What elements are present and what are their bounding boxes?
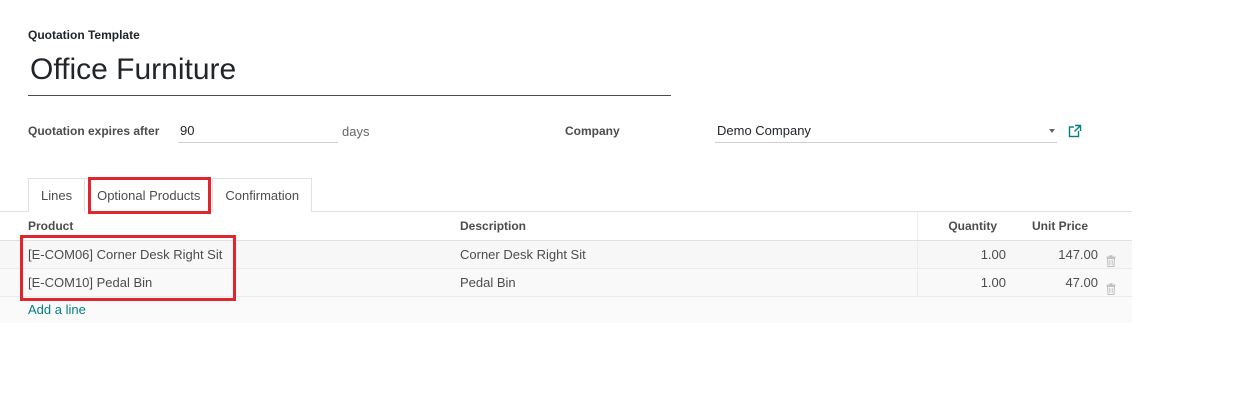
template-label: Quotation Template bbox=[28, 28, 140, 42]
highlight-box-tab bbox=[88, 177, 211, 214]
cell-unit-price[interactable]: 47.00 bbox=[1065, 269, 1098, 297]
header-description[interactable]: Description bbox=[460, 212, 526, 240]
tab-confirmation[interactable]: Confirmation bbox=[212, 178, 313, 212]
company-label: Company bbox=[565, 124, 620, 138]
column-separator bbox=[917, 212, 918, 240]
company-value: Demo Company bbox=[717, 123, 811, 138]
cell-description[interactable]: Pedal Bin bbox=[460, 269, 516, 297]
trash-icon[interactable] bbox=[1106, 249, 1116, 267]
column-separator bbox=[917, 269, 918, 297]
cell-quantity[interactable]: 1.00 bbox=[981, 269, 1006, 297]
cell-quantity[interactable]: 1.00 bbox=[981, 241, 1006, 269]
caret-down-icon bbox=[1049, 129, 1055, 133]
external-link-icon[interactable] bbox=[1068, 124, 1082, 138]
trash-icon[interactable] bbox=[1106, 277, 1116, 295]
cell-unit-price[interactable]: 147.00 bbox=[1058, 241, 1098, 269]
expires-label: Quotation expires after bbox=[28, 124, 160, 138]
column-separator bbox=[917, 241, 918, 269]
header-quantity[interactable]: Quantity bbox=[948, 212, 997, 240]
highlight-box-products bbox=[20, 235, 236, 301]
cell-description[interactable]: Corner Desk Right Sit bbox=[460, 241, 586, 269]
tab-lines[interactable]: Lines bbox=[28, 178, 86, 212]
template-name-field[interactable]: Office Furniture bbox=[28, 50, 671, 96]
header-unit-price[interactable]: Unit Price bbox=[1032, 212, 1088, 240]
expires-unit: days bbox=[342, 124, 370, 139]
expires-input[interactable]: 90 bbox=[178, 121, 338, 143]
company-select[interactable]: Demo Company bbox=[715, 121, 1057, 143]
